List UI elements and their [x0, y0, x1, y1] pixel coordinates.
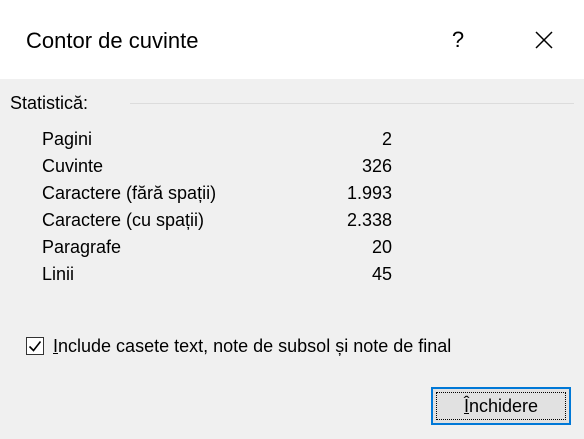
statistics-group-label: Statistică:	[10, 91, 97, 115]
stat-label: Caractere (cu spații)	[42, 210, 205, 230]
stat-value: 1.993	[346, 183, 392, 203]
stat-label: Pagini	[42, 129, 93, 149]
include-label-text: nclude casete text, note de subsol și no…	[58, 336, 452, 356]
stat-row-lines: Linii 45	[42, 261, 402, 288]
stat-value: 2	[381, 129, 392, 149]
statistics-table: Pagini 2 Cuvinte 326 Caractere (fără spa…	[42, 126, 402, 288]
stat-value: 20	[371, 237, 392, 257]
stat-row-paragraphs: Paragrafe 20	[42, 234, 402, 261]
stat-row-chars-no-spaces: Caractere (fără spații) 1.993	[42, 180, 402, 207]
close-icon	[535, 31, 553, 49]
close-window-button[interactable]	[522, 20, 566, 60]
help-label: ?	[451, 27, 465, 52]
close-button-label: Închidere	[464, 394, 538, 418]
stat-row-words: Cuvinte 326	[42, 153, 402, 180]
stat-value: 326	[361, 156, 392, 176]
close-label-text: nchidere	[468, 396, 539, 416]
stat-label: Caractere (fără spații)	[42, 183, 217, 203]
stat-label: Paragrafe	[42, 237, 122, 257]
close-button[interactable]: Închidere	[431, 387, 571, 425]
include-textboxes-checkbox[interactable]	[26, 337, 44, 355]
title-bar: Contor de cuvinte ?	[0, 0, 584, 79]
checkmark-icon	[28, 341, 42, 352]
group-divider	[130, 103, 574, 104]
stat-value: 45	[371, 264, 392, 284]
help-button[interactable]: ?	[438, 20, 478, 60]
stat-label: Cuvinte	[42, 156, 104, 176]
stat-label: Linii	[42, 264, 75, 284]
include-textboxes-option[interactable]: Include casete text, note de subsol și n…	[26, 333, 451, 359]
dialog-title: Contor de cuvinte	[26, 28, 199, 53]
include-textboxes-label: Include casete text, note de subsol și n…	[53, 333, 451, 359]
stat-value: 2.338	[346, 210, 392, 230]
stat-row-pages: Pagini 2	[42, 126, 402, 153]
stat-row-chars-with-spaces: Caractere (cu spații) 2.338	[42, 207, 402, 234]
word-count-dialog: Contor de cuvinte ? Statistică: Pagini 2…	[0, 0, 584, 439]
